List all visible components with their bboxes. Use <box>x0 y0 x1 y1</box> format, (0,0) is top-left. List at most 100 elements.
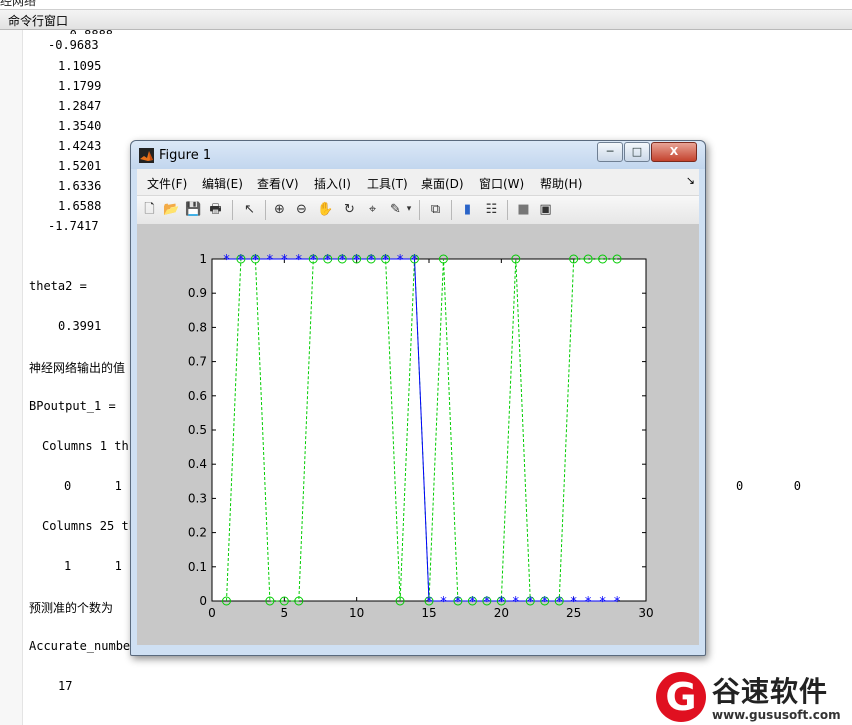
blue-star-marker: * <box>353 253 360 268</box>
blue-star-marker: * <box>310 253 317 268</box>
y-tick-label: 0.2 <box>188 526 207 540</box>
open-folder-icon[interactable]: 📂 <box>163 201 180 218</box>
y-tick-label: 0.4 <box>188 457 207 471</box>
figure-title-bar[interactable]: Figure 1 ─ □ X <box>131 141 705 169</box>
watermark: G 谷速软件 www.gususoft.com <box>650 668 852 725</box>
y-tick-label: 0 <box>199 594 207 608</box>
blue-star-marker: * <box>513 595 520 610</box>
axes-background <box>211 258 647 602</box>
output-line: Columns 25 th <box>42 519 136 533</box>
output-line-cut: -0.8888 <box>48 28 113 34</box>
menu-dock-arrow-icon[interactable]: ↘ <box>686 174 695 187</box>
colorbar-icon[interactable]: ▮ <box>459 201 476 218</box>
menu-edit[interactable]: 编辑(E) <box>202 175 243 192</box>
watermark-brand: 谷速软件 <box>712 675 829 708</box>
figure-canvas[interactable]: 0 5 10 15 20 25 30 0 0.1 0.2 0.3 0.4 0.5 0.6 0.7 0.8 0.9… <box>137 225 699 645</box>
x-tick-label: 5 <box>281 606 289 620</box>
watermark-logo-icon: G <box>656 672 706 722</box>
menu-insert[interactable]: 插入(I) <box>314 175 351 192</box>
x-tick-label: 10 <box>349 606 364 620</box>
new-file-icon[interactable]: 🗋 <box>141 201 158 218</box>
blue-star-marker: * <box>339 253 346 268</box>
output-line: 1.6336 <box>58 179 102 193</box>
blue-star-marker: * <box>382 253 389 268</box>
output-line: 1.6588 <box>58 199 102 213</box>
minimize-button[interactable]: ─ <box>597 142 623 162</box>
blue-star-marker: * <box>267 253 274 268</box>
menu-tools[interactable]: 工具(T) <box>367 175 408 192</box>
blue-star-marker: * <box>440 595 447 610</box>
y-tick-label: 0.1 <box>188 560 207 574</box>
y-tick-label: 1 <box>199 252 207 266</box>
close-button[interactable]: X <box>651 142 697 162</box>
toolbar-separator <box>507 200 508 220</box>
output-line: 0 0 0 <box>736 479 852 493</box>
zoom-out-icon[interactable]: ⊖ <box>293 201 310 218</box>
output-line: Accurate_number <box>29 639 138 653</box>
output-line: BPoutput_1 = <box>29 399 116 413</box>
blue-star-marker: * <box>368 253 375 268</box>
blue-star-marker: * <box>281 253 288 268</box>
x-tick-label: 0 <box>208 606 216 620</box>
y-tick-label: 0.6 <box>188 389 207 403</box>
output-line: 0.3991 <box>58 319 102 333</box>
maximize-button[interactable]: □ <box>624 142 650 162</box>
blue-star-marker: * <box>397 253 404 268</box>
legend-icon[interactable]: ☷ <box>483 201 500 218</box>
menu-help[interactable]: 帮助(H) <box>540 175 582 192</box>
output-line: 1.4243 <box>58 139 102 153</box>
menu-desktop[interactable]: 桌面(D) <box>421 175 464 192</box>
blue-star-marker: * <box>426 595 433 610</box>
blue-star-marker: * <box>498 595 505 610</box>
pointer-icon[interactable]: ↖ <box>241 201 258 218</box>
blue-star-marker: * <box>527 595 534 610</box>
blue-star-marker: * <box>585 595 592 610</box>
watermark-logo-letter: G <box>665 675 697 719</box>
blue-star-marker: * <box>238 253 245 268</box>
menu-file[interactable]: 文件(F) <box>147 175 187 192</box>
toolbar-separator <box>451 200 452 220</box>
output-line: 1 1 <box>64 559 122 573</box>
y-tick-label: 0.3 <box>188 491 207 505</box>
output-line: -0.9683 <box>48 38 99 52</box>
figure-title: Figure 1 <box>159 148 212 163</box>
pan-hand-icon[interactable]: ✋ <box>317 201 334 218</box>
zoom-in-icon[interactable]: ⊕ <box>271 201 288 218</box>
command-window-header[interactable]: 命令行窗口 <box>0 10 852 30</box>
link-plot-icon[interactable]: ⧉ <box>427 201 444 218</box>
figure-menu-bar: 文件(F) 编辑(E) 查看(V) 插入(I) 工具(T) 桌面(D) 窗口(W… <box>137 169 699 196</box>
menu-view[interactable]: 查看(V) <box>257 175 299 192</box>
figure-window[interactable]: Figure 1 ─ □ X 文件(F) 编辑(E) 查看(V) 插入(I) 工… <box>130 140 706 656</box>
output-line: 1.3540 <box>58 119 102 133</box>
output-line: Columns 1 thr <box>42 439 136 453</box>
output-line: 1.2847 <box>58 99 102 113</box>
menu-window[interactable]: 窗口(W) <box>479 175 524 192</box>
plot-axes[interactable]: 0 5 10 15 20 25 3000.10.20.30.40.50.60.70.80.9… <box>137 225 699 645</box>
blue-star-marker: * <box>614 595 621 610</box>
rotate-3d-icon[interactable]: ↻ <box>341 201 358 218</box>
output-line: 1.1095 <box>58 59 102 73</box>
print-icon[interactable]: 🖶 <box>207 201 224 218</box>
brush-icon[interactable]: ✎ <box>387 201 404 218</box>
blue-star-marker: * <box>484 595 491 610</box>
blue-star-marker: * <box>541 595 548 610</box>
hide-plot-tools-icon[interactable]: ■ <box>515 201 532 218</box>
blue-star-marker: * <box>223 253 230 268</box>
data-cursor-icon[interactable]: ⌖ <box>364 201 381 218</box>
blue-star-marker: * <box>556 595 563 610</box>
blue-star-marker: * <box>252 253 259 268</box>
blue-star-marker: * <box>411 253 418 268</box>
output-line: -1.7417 <box>48 219 99 233</box>
save-icon[interactable]: 💾 <box>185 201 202 218</box>
show-plot-tools-icon[interactable]: ▣ <box>537 201 554 218</box>
x-tick-label: 30 <box>638 606 653 620</box>
blue-star-marker: * <box>599 595 606 610</box>
top-partial-title-text: 经网络 <box>0 0 37 8</box>
brush-dropdown-icon[interactable]: ▾ <box>405 201 413 218</box>
command-window-title: 命令行窗口 <box>8 14 69 28</box>
output-line: 0 1 <box>64 479 122 493</box>
output-line: 17 <box>58 679 73 693</box>
blue-star-marker: * <box>324 253 331 268</box>
toolbar-separator <box>232 200 233 220</box>
output-line: theta2 = <box>29 279 87 293</box>
